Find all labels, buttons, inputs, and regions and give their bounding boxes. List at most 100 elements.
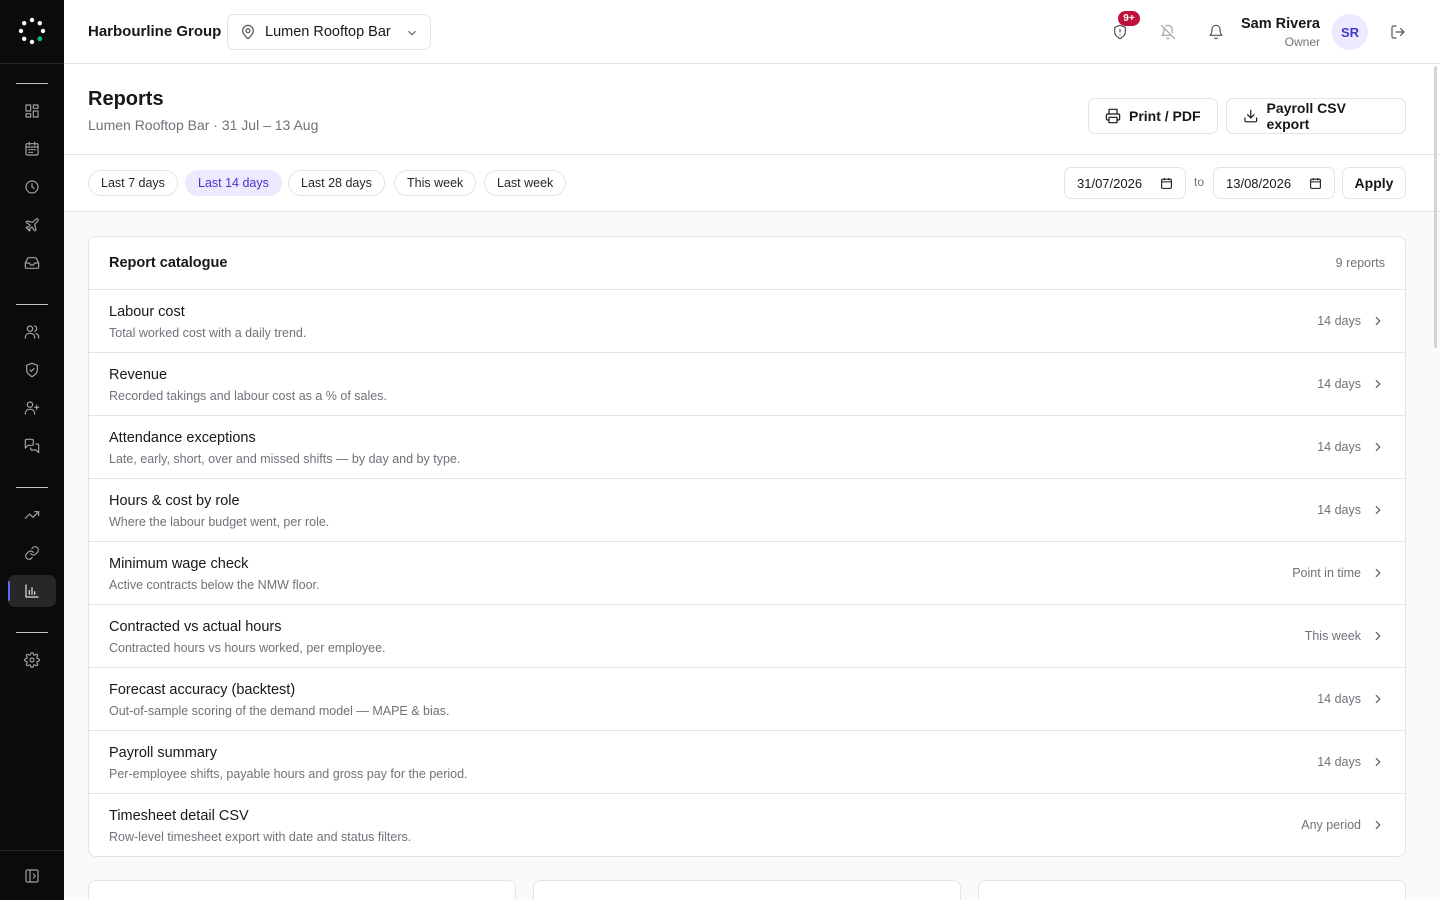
report-name: Payroll summary bbox=[109, 745, 217, 761]
report-name: Contracted vs actual hours bbox=[109, 619, 282, 635]
sidebar-item-inbox[interactable] bbox=[8, 247, 56, 279]
avatar[interactable]: SR bbox=[1332, 14, 1368, 50]
date-from-value: 31/07/2026 bbox=[1077, 175, 1143, 191]
alert-count-badge: 9+ bbox=[1118, 11, 1140, 26]
report-list: Labour cost Total worked cost with a dail… bbox=[89, 290, 1405, 856]
location-select-value: Lumen Rooftop Bar bbox=[265, 24, 391, 40]
report-description: Where the labour budget went, per role. bbox=[109, 515, 330, 529]
chevron-right-icon bbox=[1375, 820, 1381, 830]
chip-last-28-days[interactable]: Last 28 days bbox=[288, 170, 385, 196]
report-name: Hours & cost by role bbox=[109, 493, 240, 509]
report-row[interactable]: Timesheet detail CSV Row-level timesheet … bbox=[89, 794, 1405, 856]
report-period: 14 days bbox=[1317, 377, 1361, 391]
report-name: Labour cost bbox=[109, 304, 185, 320]
report-name: Attendance exceptions bbox=[109, 430, 256, 446]
chip-last-14-days[interactable]: Last 14 days bbox=[185, 170, 282, 196]
chip-this-week[interactable]: This week bbox=[394, 170, 477, 196]
sidebar-item-schedule[interactable] bbox=[8, 133, 56, 165]
summary-card bbox=[88, 880, 516, 900]
report-description: Contracted hours vs hours worked, per em… bbox=[109, 641, 386, 655]
sidebar-item-reports[interactable] bbox=[8, 575, 56, 607]
notifications-button[interactable] bbox=[1204, 20, 1228, 44]
payroll-csv-export-button[interactable]: Payroll CSV export bbox=[1226, 98, 1406, 134]
report-row[interactable]: Minimum wage check Active contracts below… bbox=[89, 542, 1405, 605]
clock-icon bbox=[25, 180, 39, 194]
page-header: Reports Lumen Rooftop Bar · 31 Jul – 13 … bbox=[64, 64, 1440, 155]
dashboard-icon bbox=[25, 104, 39, 118]
report-description: Late, early, short, over and missed shif… bbox=[109, 452, 461, 466]
sidebar-item-compliance[interactable] bbox=[8, 354, 56, 386]
printer-icon bbox=[1105, 108, 1121, 124]
app-logo-icon[interactable] bbox=[16, 15, 48, 47]
calendar-icon bbox=[1161, 177, 1172, 189]
bar-chart-icon bbox=[25, 584, 39, 598]
date-range-separator: to bbox=[1194, 175, 1205, 189]
sidebar-collapse-button[interactable] bbox=[8, 860, 56, 892]
report-name: Timesheet detail CSV bbox=[109, 808, 249, 824]
catalogue-title: Report catalogue bbox=[109, 255, 228, 271]
plane-icon bbox=[25, 218, 39, 232]
report-catalogue: Report catalogue 9 reports Labour cost To… bbox=[88, 236, 1406, 857]
muted-notifications-button[interactable] bbox=[1156, 20, 1180, 44]
page-scrollbar[interactable] bbox=[1434, 66, 1437, 348]
sidebar-divider bbox=[16, 487, 48, 488]
report-row[interactable]: Forecast accuracy (backtest) Out-of-sampl… bbox=[89, 668, 1405, 731]
summary-card bbox=[533, 880, 961, 900]
report-row[interactable]: Payroll summary Per-employee shifts, paya… bbox=[89, 731, 1405, 794]
chevron-down-icon bbox=[408, 30, 416, 36]
report-row[interactable]: Attendance exceptions Late, early, short,… bbox=[89, 416, 1405, 479]
report-name: Forecast accuracy (backtest) bbox=[109, 682, 296, 698]
report-period: 14 days bbox=[1317, 314, 1361, 328]
sidebar-item-leave[interactable] bbox=[8, 209, 56, 241]
sidebar-item-hiring[interactable] bbox=[8, 392, 56, 424]
messages-icon bbox=[24, 438, 40, 454]
report-description: Per-employee shifts, payable hours and g… bbox=[109, 767, 468, 781]
chevron-right-icon bbox=[1375, 757, 1381, 767]
location-select[interactable]: Lumen Rooftop Bar bbox=[227, 14, 431, 50]
report-row[interactable]: Labour cost Total worked cost with a dail… bbox=[89, 290, 1405, 353]
collapse-sidebar-icon bbox=[25, 869, 39, 883]
sidebar-item-settings[interactable] bbox=[8, 644, 56, 676]
sidebar-footer-divider bbox=[0, 850, 64, 851]
logout-icon bbox=[1391, 25, 1405, 39]
chevron-right-icon bbox=[1375, 694, 1381, 704]
print-pdf-label: Print / PDF bbox=[1129, 108, 1201, 124]
date-from-input[interactable]: 31/07/2026 bbox=[1064, 167, 1186, 199]
report-row[interactable]: Hours & cost by role Where the labour bud… bbox=[89, 479, 1405, 542]
payroll-csv-export-label: Payroll CSV export bbox=[1266, 100, 1346, 132]
bell-off-icon bbox=[1160, 24, 1176, 40]
sidebar-item-dashboard[interactable] bbox=[8, 95, 56, 127]
report-description: Recorded takings and labour cost as a % … bbox=[109, 389, 387, 403]
sidebar-item-people[interactable] bbox=[8, 316, 56, 348]
report-period: 14 days bbox=[1317, 755, 1361, 769]
trending-up-icon bbox=[24, 511, 40, 519]
print-pdf-button[interactable]: Print / PDF bbox=[1088, 98, 1218, 134]
chevron-right-icon bbox=[1375, 316, 1381, 326]
inbox-icon bbox=[24, 257, 40, 269]
report-description: Out-of-sample scoring of the demand mode… bbox=[109, 704, 450, 718]
sidebar-item-forecast[interactable] bbox=[8, 499, 56, 531]
date-to-input[interactable]: 13/08/2026 bbox=[1213, 167, 1335, 199]
sidebar-header-divider bbox=[0, 63, 64, 64]
report-period: 14 days bbox=[1317, 503, 1361, 517]
chip-last-week[interactable]: Last week bbox=[484, 170, 567, 196]
report-name: Revenue bbox=[109, 367, 168, 383]
calendar-icon bbox=[25, 141, 39, 156]
catalogue-header: Report catalogue 9 reports bbox=[89, 237, 1405, 290]
sidebar bbox=[0, 0, 64, 900]
chip-last-7-days[interactable]: Last 7 days bbox=[88, 170, 178, 196]
logout-button[interactable] bbox=[1386, 20, 1410, 44]
date-to-value: 13/08/2026 bbox=[1226, 175, 1292, 191]
sidebar-divider bbox=[16, 304, 48, 305]
catalogue-count: 9 reports bbox=[1335, 256, 1385, 270]
apply-button[interactable]: Apply bbox=[1342, 167, 1406, 199]
download-icon bbox=[1244, 109, 1258, 123]
sidebar-item-messages[interactable] bbox=[8, 430, 56, 462]
sidebar-divider bbox=[16, 83, 48, 84]
report-row[interactable]: Contracted vs actual hours Contracted hou… bbox=[89, 605, 1405, 668]
report-description: Total worked cost with a daily trend. bbox=[109, 326, 307, 340]
report-row[interactable]: Revenue Recorded takings and labour cost … bbox=[89, 353, 1405, 416]
sidebar-item-integrations[interactable] bbox=[8, 537, 56, 569]
sidebar-item-timesheets[interactable] bbox=[8, 171, 56, 203]
page-subtitle: Lumen Rooftop Bar · 31 Jul – 13 Aug bbox=[88, 117, 319, 133]
